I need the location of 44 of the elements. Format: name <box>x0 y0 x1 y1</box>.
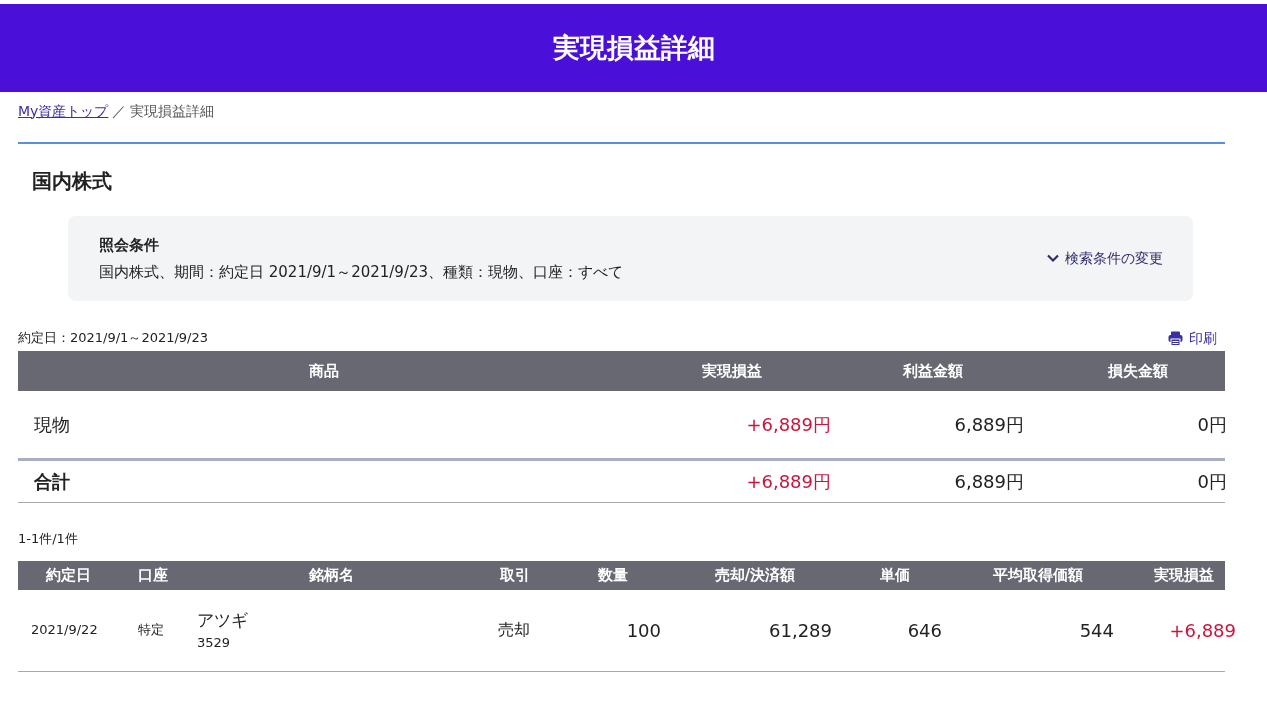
column-header: 数量 <box>596 564 629 586</box>
table-cell-text: 2021/9/22 <box>30 621 99 640</box>
table-cell-text: 合計 <box>33 470 71 494</box>
column-header: 売却/決済額 <box>713 564 797 586</box>
column-header: 取引 <box>499 564 531 586</box>
table-cell-text: 0円 <box>1196 470 1228 494</box>
change-conditions-link[interactable]: 検索条件の変更 <box>1047 248 1163 269</box>
table-cell-text: 100 <box>625 618 662 643</box>
breadcrumb-text: 実現損益詳細 <box>130 101 215 121</box>
table-cell-text: 現物 <box>33 413 71 437</box>
table-cell-text: 6,889円 <box>953 413 1025 437</box>
conditions-heading: 照会条件 <box>99 235 160 256</box>
column-header: 銘柄名 <box>308 564 355 586</box>
column-header: 単価 <box>879 564 911 586</box>
column-header: 損失金額 <box>1107 360 1169 382</box>
breadcrumb-link[interactable]: My資産トップ <box>18 100 109 122</box>
table-cell-text: 売却 <box>497 619 531 641</box>
result-count: 1-1件/1件 <box>18 530 79 548</box>
column-header: 実現損益 <box>700 360 763 382</box>
table-cell-text: +6,889 <box>1168 618 1237 643</box>
table-cell-text: 特定 <box>137 621 165 640</box>
stock-code: 3529 <box>197 634 232 652</box>
column-header: 約定日 <box>44 564 92 586</box>
column-header: 口座 <box>137 564 169 586</box>
period-text: 約定日：2021/9/1～2021/9/23 <box>18 329 209 348</box>
table-cell-text: +6,889円 <box>745 413 832 437</box>
table-cell-text: 61,289 <box>768 618 833 643</box>
column-header: 実現損益 <box>1153 564 1215 586</box>
table-cell-text: +6,889円 <box>745 470 832 494</box>
table-cell-text: 646 <box>906 618 943 643</box>
column-header: 平均取得価額 <box>991 564 1084 586</box>
conditions-text: 国内株式、期間：約定日 2021/9/1～2021/9/23、種類：現物、口座：すべて <box>99 261 624 283</box>
table-cell-text: 0円 <box>1196 413 1228 437</box>
column-header: 商品 <box>308 360 340 382</box>
printer-icon <box>1168 330 1183 346</box>
section-title: 国内株式 <box>31 168 113 195</box>
column-header: 利益金額 <box>902 360 964 382</box>
table-cell-text: 544 <box>1078 618 1115 643</box>
page-title: 実現損益詳細 <box>552 30 715 65</box>
breadcrumb-text: ／ <box>112 101 127 121</box>
stock-name: アツギ <box>197 608 249 632</box>
print-link[interactable]: 印刷 <box>1168 327 1225 349</box>
chevron-down-icon <box>1047 254 1059 263</box>
table-cell-text: 6,889円 <box>953 470 1025 494</box>
